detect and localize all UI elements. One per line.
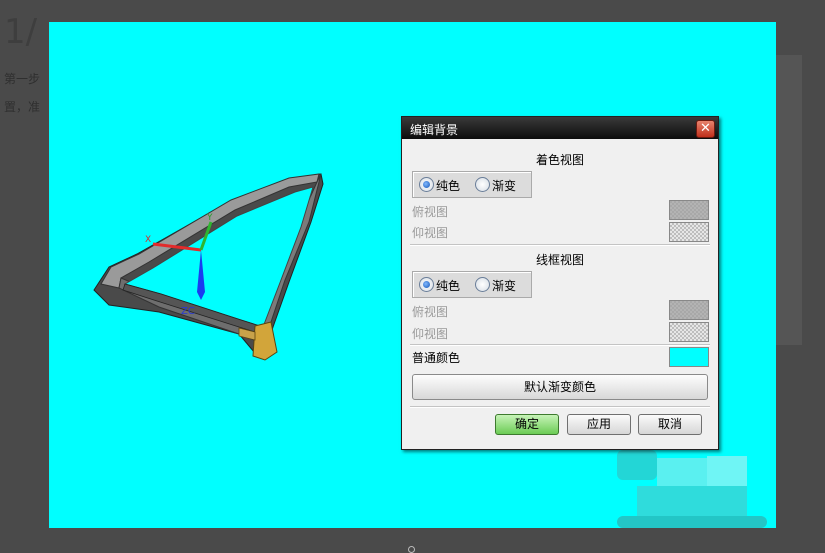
background-text-line-2: 置，准 bbox=[4, 100, 41, 114]
shaded-solid-label: 纯色 bbox=[436, 179, 461, 193]
apply-button[interactable]: 应用 bbox=[567, 414, 631, 435]
dialog-titlebar[interactable]: 编辑背景 ✕ bbox=[402, 117, 718, 139]
x-axis-label: X bbox=[145, 235, 151, 245]
shaded-bottom-view-label: 仰视图 bbox=[412, 226, 449, 240]
background-side-panel bbox=[776, 55, 802, 345]
divider bbox=[410, 344, 710, 346]
wireframe-gradient-label: 渐变 bbox=[492, 279, 517, 293]
shaded-top-view-label: 俯视图 bbox=[412, 205, 449, 219]
wireframe-solid-label: 纯色 bbox=[436, 279, 461, 293]
radio-unselected-icon bbox=[475, 177, 490, 192]
shaded-top-view-color[interactable] bbox=[669, 200, 709, 220]
y-axis-label: Y bbox=[206, 213, 213, 223]
radio-selected-icon bbox=[419, 177, 434, 192]
close-button[interactable]: ✕ bbox=[696, 120, 715, 138]
background-text-line-1: 第一步 bbox=[4, 72, 41, 86]
wireframe-view-title: 线框视图 bbox=[535, 253, 584, 267]
background-heading: 1/ bbox=[4, 12, 38, 52]
edit-background-dialog: 编辑背景 ✕ 着色视图 纯色 渐变 俯视图 仰视图 线框视图 纯色 渐变 俯视图… bbox=[401, 116, 719, 450]
z-axis-label: ZC bbox=[181, 306, 195, 317]
radio-unselected-icon bbox=[475, 277, 490, 292]
shaded-view-mode-group: 纯色 渐变 bbox=[412, 171, 532, 198]
background-dot bbox=[408, 546, 415, 553]
dialog-title: 编辑背景 bbox=[410, 123, 459, 137]
shaded-view-title: 着色视图 bbox=[535, 153, 584, 167]
wireframe-bottom-view-color[interactable] bbox=[669, 322, 709, 342]
divider bbox=[410, 406, 710, 408]
cancel-button[interactable]: 取消 bbox=[638, 414, 702, 435]
ok-button[interactable]: 确定 bbox=[495, 414, 559, 435]
default-gradient-color-button[interactable]: 默认渐变颜色 bbox=[412, 374, 708, 400]
shaded-bottom-view-color[interactable] bbox=[669, 222, 709, 242]
divider bbox=[410, 244, 710, 246]
normal-color-swatch[interactable] bbox=[669, 347, 709, 367]
wireframe-bottom-view-label: 仰视图 bbox=[412, 327, 449, 341]
model-bracket bbox=[252, 321, 278, 361]
shaded-gradient-label: 渐变 bbox=[492, 179, 517, 193]
normal-color-label: 普通颜色 bbox=[412, 351, 461, 365]
wireframe-top-view-color[interactable] bbox=[669, 300, 709, 320]
wireframe-top-view-label: 俯视图 bbox=[412, 305, 449, 319]
wireframe-view-mode-group: 纯色 渐变 bbox=[412, 271, 532, 298]
close-icon: ✕ bbox=[700, 121, 711, 136]
radio-selected-icon bbox=[419, 277, 434, 292]
blurred-watermark bbox=[617, 450, 767, 528]
